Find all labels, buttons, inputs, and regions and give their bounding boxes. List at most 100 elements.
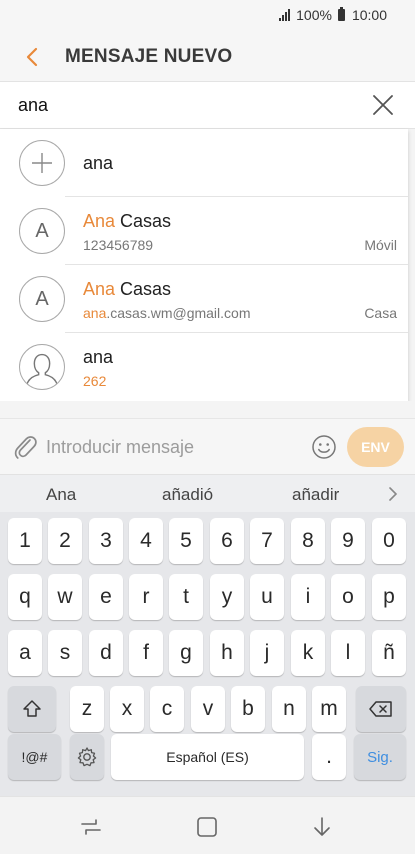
app-header: MENSAJE NUEVO: [0, 32, 415, 82]
recent-apps-icon: [81, 819, 101, 835]
plus-icon: [32, 153, 52, 173]
contact-name-match: Ana: [83, 211, 116, 231]
add-recipient-avatar: [19, 140, 65, 186]
key-i[interactable]: i: [291, 574, 325, 620]
attach-button[interactable]: [12, 433, 38, 461]
compose-bar: ENV: [0, 418, 415, 474]
key-3[interactable]: 3: [89, 518, 123, 564]
key-b[interactable]: b: [231, 686, 265, 732]
key-e[interactable]: e: [89, 574, 123, 620]
arrow-down-icon: [314, 817, 330, 836]
key-5[interactable]: 5: [169, 518, 203, 564]
emoji-button[interactable]: [311, 434, 337, 460]
key-j[interactable]: j: [250, 630, 284, 676]
chevron-right-icon: [389, 487, 398, 501]
key-z[interactable]: z: [70, 686, 104, 732]
symbols-key[interactable]: !@#: [8, 734, 61, 780]
backspace-key[interactable]: [356, 686, 406, 732]
recipient-input[interactable]: [18, 92, 348, 118]
key-x[interactable]: x: [110, 686, 144, 732]
key-m[interactable]: m: [312, 686, 346, 732]
contact-detail: 123456789: [83, 237, 153, 253]
word-suggestion[interactable]: Ana: [46, 485, 76, 505]
contact-name: Ana Casas: [83, 211, 171, 232]
send-button[interactable]: ENV: [347, 427, 404, 467]
contact-avatar: A: [19, 276, 65, 322]
word-suggestion[interactable]: añadió: [162, 485, 213, 505]
contact-name-rest: Casas: [115, 279, 172, 299]
contact-name-rest: Casas: [115, 211, 172, 231]
key-y[interactable]: y: [210, 574, 244, 620]
word-suggestions-bar: Ana añadió añadir: [0, 474, 415, 512]
chevron-left-icon: [26, 47, 38, 67]
contact-avatar: A: [19, 208, 65, 254]
key-t[interactable]: t: [169, 574, 203, 620]
key-f[interactable]: f: [129, 630, 163, 676]
key-2[interactable]: 2: [48, 518, 82, 564]
contact-detail: ana.casas.wm@gmail.com: [83, 305, 251, 321]
key-n[interactable]: n: [272, 686, 306, 732]
key-n-tilde[interactable]: ñ: [372, 630, 406, 676]
key-c[interactable]: c: [150, 686, 184, 732]
smiley-icon: [312, 435, 336, 459]
contact-suggestions: ana A Ana Casas 123456789 Móvil A Ana Ca…: [0, 129, 408, 401]
backspace-icon: [369, 701, 392, 717]
key-p[interactable]: p: [372, 574, 406, 620]
period-key[interactable]: .: [312, 734, 346, 780]
battery-icon: [337, 7, 345, 21]
add-recipient-label: ana: [83, 153, 114, 173]
key-4[interactable]: 4: [129, 518, 163, 564]
home-button[interactable]: [195, 815, 219, 839]
key-h[interactable]: h: [210, 630, 244, 676]
expand-suggestions-button[interactable]: [387, 487, 399, 501]
add-recipient-row[interactable]: ana: [0, 129, 408, 197]
recipient-field: [0, 82, 415, 129]
contact-avatar: [19, 344, 65, 390]
key-7[interactable]: 7: [250, 518, 284, 564]
contact-row[interactable]: A Ana Casas 123456789 Móvil: [0, 197, 408, 265]
recent-apps-button[interactable]: [79, 815, 103, 839]
contact-type: Móvil: [364, 237, 397, 253]
key-o[interactable]: o: [331, 574, 365, 620]
key-8[interactable]: 8: [291, 518, 325, 564]
contact-detail: 262: [83, 373, 106, 389]
key-g[interactable]: g: [169, 630, 203, 676]
contact-name-match: Ana: [83, 279, 116, 299]
key-r[interactable]: r: [129, 574, 163, 620]
contact-detail-rest: 262: [83, 373, 107, 389]
page-title: MENSAJE NUEVO: [65, 46, 233, 67]
space-key[interactable]: Español (ES): [111, 734, 304, 780]
shift-key[interactable]: [8, 686, 56, 732]
key-d[interactable]: d: [89, 630, 123, 676]
contact-detail-match: ana: [83, 305, 107, 321]
shift-icon: [23, 700, 41, 717]
battery-percent: 100%: [296, 7, 332, 23]
key-u[interactable]: u: [250, 574, 284, 620]
clear-button[interactable]: [371, 93, 395, 117]
back-nav-button[interactable]: [310, 815, 334, 839]
key-l[interactable]: l: [331, 630, 365, 676]
key-v[interactable]: v: [191, 686, 225, 732]
gear-icon: [77, 747, 97, 767]
key-q[interactable]: q: [8, 574, 42, 620]
message-input[interactable]: [46, 433, 296, 461]
clock: 10:00: [351, 7, 387, 23]
key-9[interactable]: 9: [331, 518, 365, 564]
key-1[interactable]: 1: [8, 518, 42, 564]
key-k[interactable]: k: [291, 630, 325, 676]
key-s[interactable]: s: [48, 630, 82, 676]
signal-icon: [279, 9, 291, 21]
contact-row[interactable]: ana 262: [0, 333, 408, 401]
contact-row[interactable]: A Ana Casas ana.casas.wm@gmail.com Casa: [0, 265, 408, 333]
contact-detail-rest: 123456789: [83, 237, 154, 253]
home-icon: [197, 817, 217, 837]
key-a[interactable]: a: [8, 630, 42, 676]
back-button[interactable]: [18, 42, 48, 72]
next-key[interactable]: Sig.: [354, 734, 406, 780]
word-suggestion[interactable]: añadir: [292, 485, 339, 505]
key-6[interactable]: 6: [210, 518, 244, 564]
settings-key[interactable]: [70, 734, 104, 780]
key-w[interactable]: w: [48, 574, 82, 620]
key-0[interactable]: 0: [372, 518, 406, 564]
navigation-bar: [0, 796, 415, 854]
